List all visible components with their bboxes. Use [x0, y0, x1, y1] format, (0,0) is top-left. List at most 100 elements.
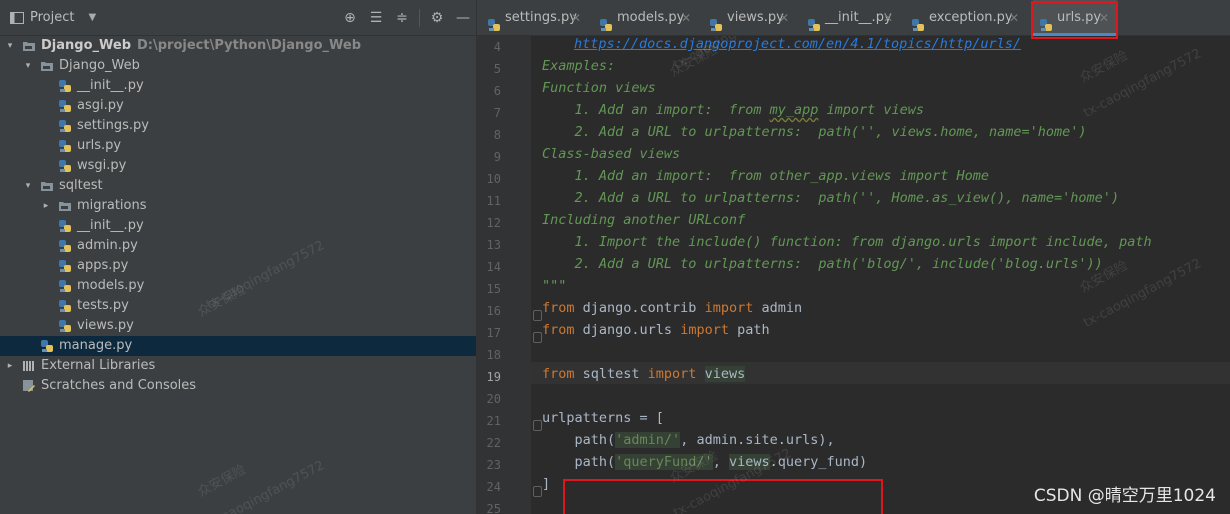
code-line-24: ]: [542, 476, 551, 492]
editor-tab-label: exception.py: [929, 10, 1013, 25]
code-line-5: Examples:: [542, 58, 616, 74]
editor-tab[interactable]: settings.py ✕: [481, 0, 589, 36]
python-file-icon: [58, 239, 72, 253]
tree-item[interactable]: urls.py: [0, 136, 476, 156]
code-line-11: 2. Add a URL to urlpatterns: path('', Ho…: [542, 190, 1120, 206]
tree-item-label: admin.py: [77, 236, 138, 256]
tree-item[interactable]: ▸ External Libraries: [0, 356, 476, 376]
code-token: import views: [818, 102, 925, 118]
code-token: sqltest: [574, 366, 648, 382]
tree-item[interactable]: ▾ Django_Web D:\project\Python\Django_Web: [0, 36, 476, 56]
tree-item[interactable]: __init__.py: [0, 216, 476, 236]
tree-item-text: Scratches and Consoles: [41, 378, 197, 393]
gear-icon[interactable]: ⚙: [424, 10, 450, 26]
code-token: django.contrib: [574, 300, 705, 316]
docs-link[interactable]: https://docs.djangoproject.com/en/4.1/to…: [574, 36, 1021, 52]
code-line-12: Including another URLconf: [542, 212, 746, 228]
tree-item[interactable]: ▾ sqltest: [0, 176, 476, 196]
tree-item-text: Django_Web: [41, 38, 132, 53]
chevron-down-icon[interactable]: ▾: [4, 36, 16, 56]
tree-item[interactable]: __init__.py: [0, 76, 476, 96]
tree-item[interactable]: apps.py: [0, 256, 476, 276]
python-file-icon: [58, 219, 72, 233]
tree-item[interactable]: manage.py: [0, 336, 476, 356]
code-line-21: urlpatterns = [: [542, 410, 664, 426]
tree-item-label: __init__.py: [77, 216, 144, 236]
tree-item-label: settings.py: [77, 116, 149, 136]
code-editor: 4 5 6 7 8 9 10 11 12 13 14 15 16 17 18 19 20 21 22 23 24 25 h…: [477, 0, 1230, 514]
watermark-id: tx-caoqingfang7572: [1081, 46, 1204, 121]
chevron-right-icon[interactable]: ▸: [40, 196, 52, 216]
folder-icon: [22, 39, 36, 53]
tree-item[interactable]: models.py: [0, 276, 476, 296]
python-file-icon: [807, 11, 821, 31]
code-token: views: [728, 454, 770, 470]
tree-item[interactable]: admin.py: [0, 236, 476, 256]
editor-tab[interactable]: views.py ✕: [703, 0, 797, 36]
tree-item[interactable]: ▾ Django_Web: [0, 56, 476, 76]
project-panel-header: Project ▼ ⊕ ☰ ≑ ⚙ —: [0, 0, 476, 36]
editor-tab[interactable]: exception.py ✕: [905, 0, 1027, 36]
highlight-box-route: [563, 479, 883, 514]
hide-panel-icon[interactable]: —: [450, 10, 476, 26]
python-file-icon: [58, 279, 72, 293]
code-line-6: Function views: [542, 80, 656, 96]
tree-item-label: manage.py: [59, 336, 132, 356]
python-file-icon: [487, 11, 501, 31]
tree-item-text: __init__.py: [77, 218, 144, 233]
collapse-all-icon[interactable]: ≑: [389, 10, 415, 26]
tree-item[interactable]: wsgi.py: [0, 156, 476, 176]
code-token: views: [704, 366, 746, 382]
tree-item[interactable]: asgi.py: [0, 96, 476, 116]
chevron-down-icon[interactable]: ▾: [22, 56, 34, 76]
python-file-icon: [40, 339, 54, 353]
editor-tab-label: views.py: [727, 10, 784, 25]
locate-file-icon[interactable]: ⊕: [337, 10, 363, 26]
tree-item-text: sqltest: [59, 178, 103, 193]
code-line-14: 2. Add a URL to urlpatterns: path('blog/…: [542, 256, 1103, 272]
tree-item[interactable]: Scratches and Consoles: [0, 376, 476, 396]
chevron-right-icon[interactable]: ▸: [4, 356, 16, 376]
code-area[interactable]: https://docs.djangoproject.com/en/4.1/to…: [477, 0, 1230, 514]
tree-item[interactable]: ▸ migrations: [0, 196, 476, 216]
code-line-10: 1. Add an import: from other_app.views i…: [542, 168, 990, 184]
expand-all-icon[interactable]: ☰: [363, 10, 389, 26]
python-file-icon: [58, 259, 72, 273]
close-icon[interactable]: ✕: [681, 0, 691, 36]
fold-marker[interactable]: [533, 310, 542, 321]
close-icon[interactable]: ✕: [779, 0, 789, 36]
folder-icon: [40, 59, 54, 73]
chevron-down-icon[interactable]: ▼: [88, 12, 96, 23]
code-token: admin: [753, 300, 803, 316]
fold-marker[interactable]: [533, 332, 542, 343]
tree-item-label: wsgi.py: [77, 156, 126, 176]
close-icon[interactable]: ✕: [883, 0, 893, 36]
chevron-down-icon[interactable]: ▾: [22, 176, 34, 196]
tree-item-label: tests.py: [77, 296, 129, 316]
fold-marker[interactable]: [533, 486, 542, 497]
close-icon[interactable]: ✕: [1009, 0, 1019, 36]
close-icon[interactable]: ✕: [571, 0, 581, 36]
tree-item[interactable]: settings.py: [0, 116, 476, 136]
tree-item-label: External Libraries: [41, 356, 155, 376]
fold-marker[interactable]: [533, 420, 542, 431]
editor-tab[interactable]: __init__.py ✕: [801, 0, 901, 36]
code-token: from: [542, 300, 575, 316]
code-line-7: 1. Add an import: from my_app import vie…: [542, 102, 925, 118]
code-token: ,: [712, 454, 729, 470]
python-file-icon: [709, 11, 723, 31]
code-token: 'admin/': [615, 432, 681, 448]
python-file-icon: [58, 119, 72, 133]
tree-item-text: admin.py: [77, 238, 138, 253]
tree-item[interactable]: views.py: [0, 316, 476, 336]
tree-item-label: migrations: [77, 196, 147, 216]
tree-item-text: Django_Web: [59, 58, 140, 73]
project-panel-title[interactable]: Project: [30, 10, 74, 25]
toolbar-divider: [419, 8, 420, 27]
tree-item[interactable]: tests.py: [0, 296, 476, 316]
python-file-icon: [58, 139, 72, 153]
tree-item-label: Django_Web D:\project\Python\Django_Web: [41, 36, 361, 56]
editor-tab[interactable]: models.py ✕: [593, 0, 699, 36]
tree-item-text: apps.py: [77, 258, 129, 273]
code-line-22: path('admin/', admin.site.urls),: [542, 432, 835, 448]
